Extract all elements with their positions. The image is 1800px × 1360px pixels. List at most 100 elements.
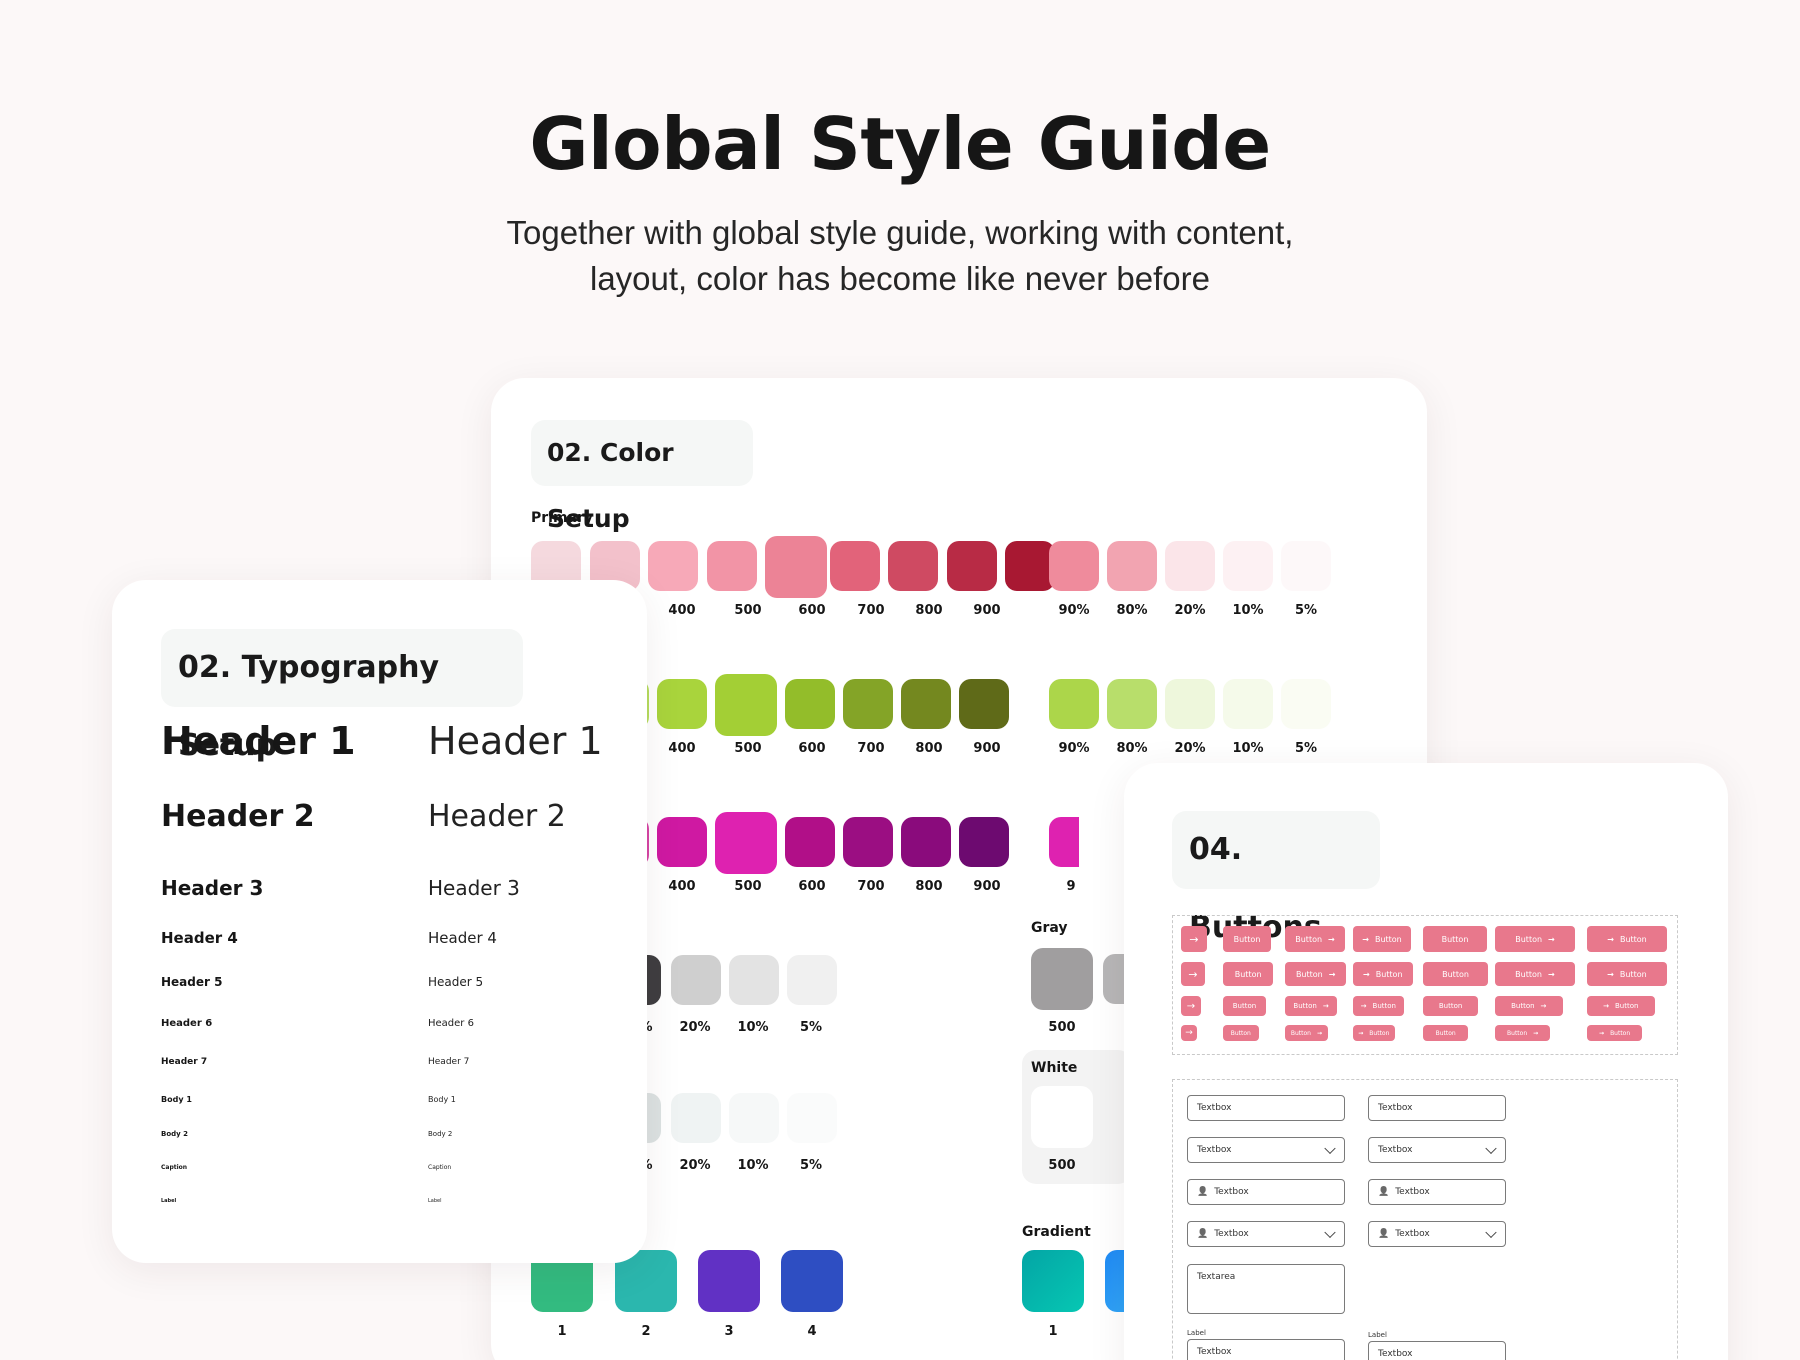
opacity-label: 5%: [799, 1020, 823, 1035]
primary-swatch: [946, 541, 997, 591]
textbox-label: Textbox: [1378, 1103, 1413, 1113]
labeled-textbox[interactable]: Textbox: [1187, 1339, 1345, 1360]
button[interactable]: Button: [1423, 926, 1487, 952]
textbox-label: Textbox: [1197, 1347, 1232, 1357]
chevron-down-icon: [1324, 1226, 1336, 1239]
type-style-bold: Header 1: [161, 719, 356, 763]
scale-label: 700: [857, 879, 885, 894]
button[interactable]: → Button: [1587, 1025, 1643, 1041]
button[interactable]: → Button: [1353, 926, 1411, 952]
type-style-regular: Header 6: [428, 1018, 474, 1029]
button-label: Button: [1511, 1002, 1535, 1010]
button[interactable]: Button: [1223, 926, 1271, 952]
primary-swatch: [1005, 541, 1055, 591]
scale-label: 900: [973, 603, 1001, 618]
button[interactable]: → Button: [1587, 926, 1667, 952]
chevron-down-icon: [1485, 1142, 1497, 1155]
magenta-swatch: [901, 817, 951, 867]
opacity-label: 80%: [1116, 603, 1148, 618]
select-textbox[interactable]: Textbox: [1368, 1137, 1506, 1163]
button[interactable]: → Button: [1587, 962, 1667, 986]
arrow-right-icon: →: [1317, 1029, 1323, 1037]
button-label: Button: [1441, 934, 1469, 944]
primary-swatch: [706, 541, 757, 591]
button[interactable]: → Button: [1353, 996, 1404, 1016]
button[interactable]: Button →: [1495, 962, 1575, 986]
button[interactable]: Button →: [1285, 926, 1345, 952]
button[interactable]: Button →: [1285, 1025, 1328, 1041]
textbox-label: Textbox: [1395, 1187, 1430, 1197]
button-label: Button: [1515, 934, 1543, 944]
green-swatch: [901, 679, 951, 729]
user-textbox[interactable]: 👤 Textbox: [1368, 1179, 1506, 1205]
type-style-regular: Header 4: [428, 928, 497, 947]
button[interactable]: Button →: [1285, 962, 1347, 986]
field-label: Label: [1187, 1329, 1206, 1337]
type-style-regular: Header 2: [428, 799, 566, 834]
button-label: Button: [1507, 1029, 1528, 1037]
opacity-label: 20%: [679, 1020, 711, 1035]
type-style-regular: Label: [428, 1197, 442, 1204]
gradient-value-label: 1: [1048, 1324, 1058, 1339]
icon-button[interactable]: →: [1181, 996, 1201, 1016]
button[interactable]: → Button: [1353, 962, 1413, 986]
primary-opacity-swatch: [1107, 541, 1157, 591]
subtitle-line-1: Together with global style guide, workin…: [506, 214, 1294, 251]
button-label: Button: [1435, 1029, 1456, 1037]
icon-button[interactable]: →: [1181, 962, 1205, 986]
user-textbox[interactable]: 👤 Textbox: [1187, 1179, 1345, 1205]
dark-gray-opacity-swatch: [729, 955, 779, 1005]
magenta-swatch: [657, 817, 707, 867]
scale-label: 600: [798, 741, 826, 756]
button-label: Button: [1375, 969, 1403, 979]
accent-swatch: [781, 1250, 843, 1312]
opacity-label: 80%: [1116, 741, 1148, 756]
arrow-right-icon: →: [1599, 1029, 1605, 1037]
button[interactable]: Button: [1423, 996, 1479, 1016]
textbox[interactable]: Textbox: [1187, 1095, 1345, 1121]
select-textbox[interactable]: Textbox: [1187, 1137, 1345, 1163]
button[interactable]: Button: [1223, 1025, 1259, 1041]
user-select-textbox[interactable]: 👤 Textbox: [1368, 1221, 1506, 1247]
button[interactable]: Button →: [1495, 926, 1575, 952]
opacity-label: 10%: [1232, 603, 1264, 618]
scale-label: 9: [1066, 879, 1076, 894]
button-label: Button: [1372, 1002, 1396, 1010]
arrow-right-icon: →: [1328, 969, 1336, 979]
accent-swatch-label: 3: [724, 1324, 734, 1339]
button[interactable]: Button →: [1285, 996, 1338, 1016]
button[interactable]: Button: [1423, 1025, 1469, 1041]
light-gray-opacity-swatch: [729, 1093, 779, 1143]
arrow-right-icon: →: [1607, 934, 1614, 944]
opacity-label: 5%: [1294, 603, 1318, 618]
button-label: Button: [1233, 934, 1261, 944]
icon-button[interactable]: →: [1181, 1025, 1197, 1041]
labeled-textbox[interactable]: Textbox: [1368, 1341, 1506, 1360]
scale-label: 900: [973, 879, 1001, 894]
scale-label: 800: [915, 603, 943, 618]
button[interactable]: Button: [1223, 962, 1274, 986]
scale-label: 800: [915, 741, 943, 756]
white-value-label: 500: [1048, 1158, 1076, 1173]
button[interactable]: Button: [1223, 996, 1266, 1016]
green-swatch: [785, 679, 835, 729]
dark-gray-opacity-swatch: [787, 955, 837, 1005]
button[interactable]: Button →: [1495, 996, 1563, 1016]
button[interactable]: → Button: [1353, 1025, 1395, 1041]
green-swatch: [959, 679, 1009, 729]
green-opacity-swatch: [1223, 679, 1273, 729]
magenta-swatch: [843, 817, 893, 867]
type-style-bold: Body 1: [161, 1095, 192, 1104]
textbox[interactable]: Textbox: [1368, 1095, 1506, 1121]
icon-button[interactable]: →: [1181, 926, 1207, 952]
textarea[interactable]: Textarea: [1187, 1264, 1345, 1314]
user-icon: 👤: [1197, 1229, 1209, 1239]
gradient-swatch-partial: [1105, 1250, 1125, 1312]
button[interactable]: Button: [1423, 962, 1489, 986]
opacity-label: 90%: [1058, 741, 1090, 756]
button[interactable]: → Button: [1587, 996, 1655, 1016]
button[interactable]: Button →: [1495, 1025, 1551, 1041]
user-select-textbox[interactable]: 👤 Textbox: [1187, 1221, 1345, 1247]
button-label: Button: [1230, 1029, 1251, 1037]
gray-section-label: Gray: [1031, 920, 1068, 936]
